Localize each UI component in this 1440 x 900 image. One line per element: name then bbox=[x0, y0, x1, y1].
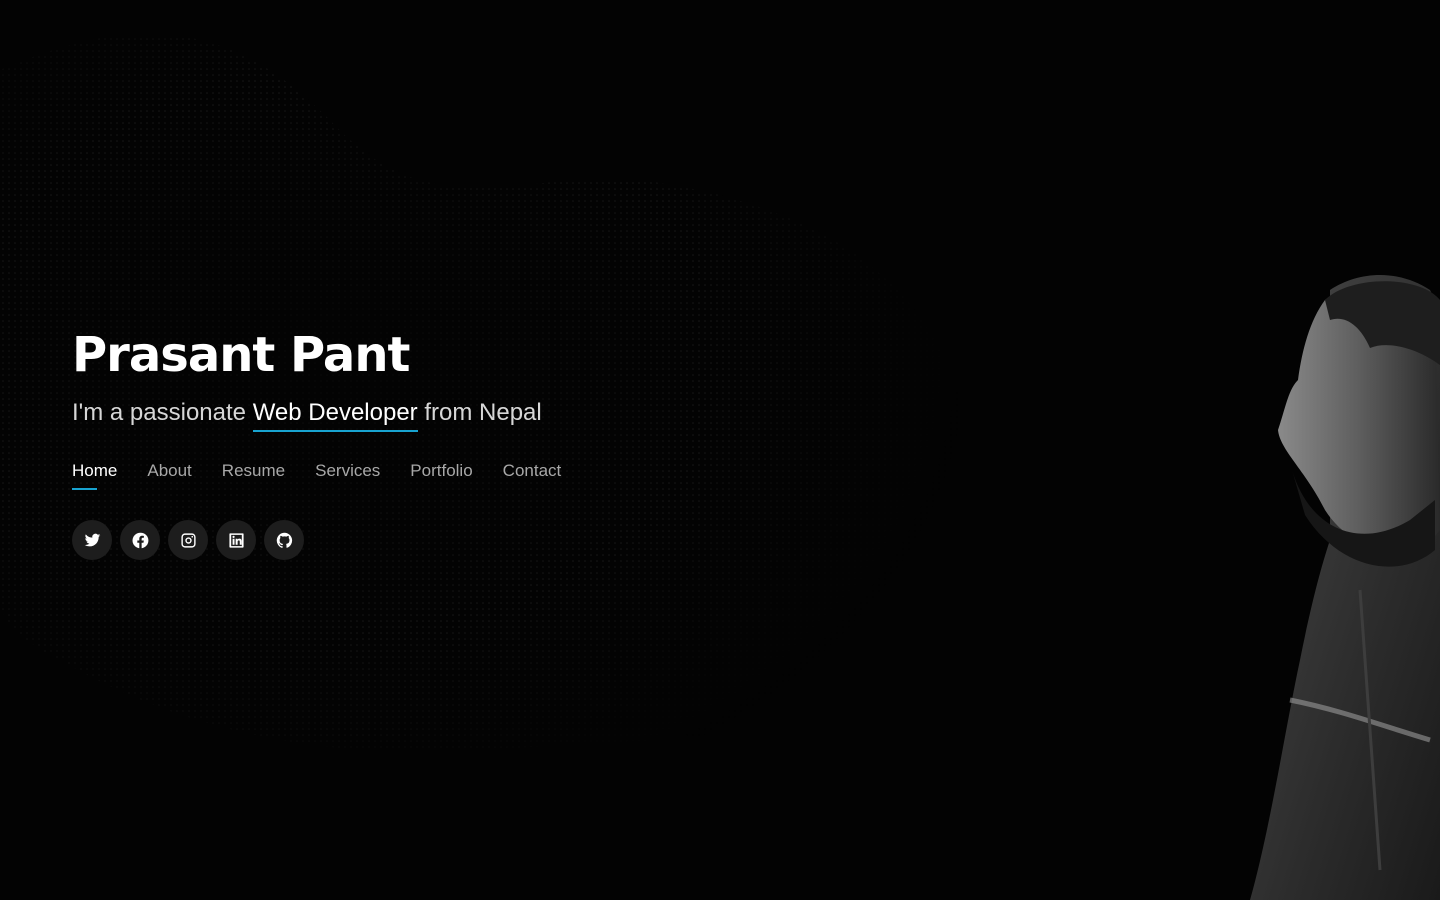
nav-services[interactable]: Services bbox=[315, 458, 380, 490]
github-link[interactable] bbox=[264, 520, 304, 560]
twitter-link[interactable] bbox=[72, 520, 112, 560]
facebook-link[interactable] bbox=[120, 520, 160, 560]
linkedin-icon bbox=[228, 532, 244, 548]
instagram-icon bbox=[180, 532, 196, 548]
tagline-prefix: I'm a passionate bbox=[72, 399, 253, 426]
tagline-suffix: from Nepal bbox=[417, 399, 542, 426]
tagline: I'm a passionate Web Developer from Nepa… bbox=[72, 395, 561, 432]
nav-resume[interactable]: Resume bbox=[222, 458, 285, 490]
nav-home[interactable]: Home bbox=[72, 458, 117, 490]
hero-section: Prasant Pant I'm a passionate Web Develo… bbox=[72, 322, 561, 560]
twitter-icon bbox=[84, 533, 100, 546]
nav-contact[interactable]: Contact bbox=[503, 458, 562, 490]
facebook-icon bbox=[132, 532, 148, 548]
hero-name: Prasant Pant bbox=[72, 327, 410, 383]
tagline-role: Web Developer bbox=[252, 396, 418, 432]
social-links bbox=[72, 520, 561, 560]
main-nav: Home About Resume Services Portfolio Con… bbox=[72, 458, 561, 490]
linkedin-link[interactable] bbox=[216, 520, 256, 560]
github-icon bbox=[276, 532, 292, 548]
nav-about[interactable]: About bbox=[147, 458, 191, 490]
instagram-link[interactable] bbox=[168, 520, 208, 560]
nav-portfolio[interactable]: Portfolio bbox=[410, 458, 472, 490]
profile-portrait bbox=[1250, 275, 1440, 900]
